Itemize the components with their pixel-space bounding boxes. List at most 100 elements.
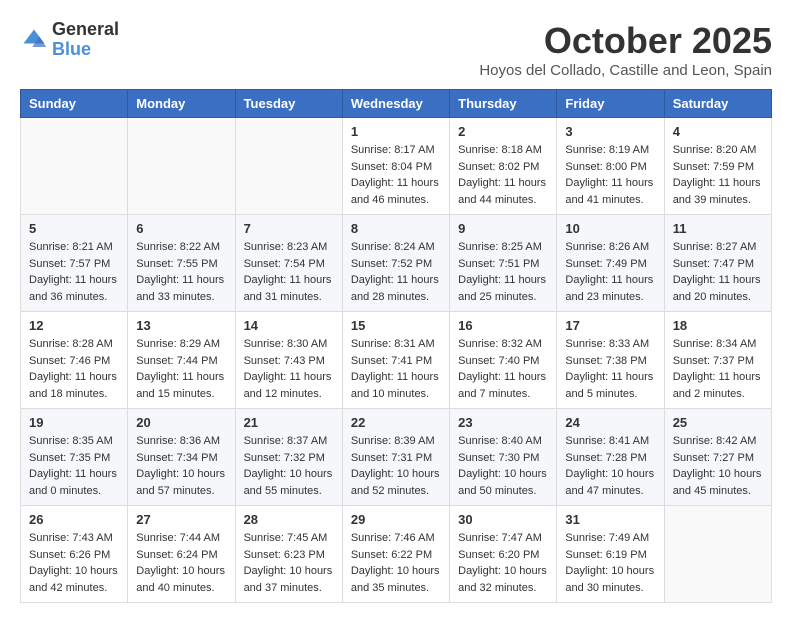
- sunrise-text: Sunrise: 7:47 AM: [458, 532, 542, 544]
- day-number: 16: [458, 318, 548, 333]
- day-info: Sunrise: 8:40 AM Sunset: 7:30 PM Dayligh…: [458, 433, 548, 499]
- sunset-text: Sunset: 7:54 PM: [244, 258, 325, 270]
- sunset-text: Sunset: 6:24 PM: [136, 549, 217, 561]
- daylight-text: Daylight: 11 hours and 39 minutes.: [673, 177, 761, 206]
- sunset-text: Sunset: 7:52 PM: [351, 258, 432, 270]
- day-info: Sunrise: 8:42 AM Sunset: 7:27 PM Dayligh…: [673, 433, 763, 499]
- daylight-text: Daylight: 11 hours and 0 minutes.: [29, 468, 117, 497]
- day-number: 3: [565, 124, 655, 139]
- sunrise-text: Sunrise: 7:45 AM: [244, 532, 328, 544]
- sunset-text: Sunset: 7:28 PM: [565, 452, 646, 464]
- daylight-text: Daylight: 11 hours and 31 minutes.: [244, 274, 332, 303]
- logo-blue-text: Blue: [52, 40, 119, 60]
- location-text: Hoyos del Collado, Castille and Leon, Sp…: [479, 62, 772, 79]
- day-of-week-header: Friday: [557, 90, 664, 118]
- daylight-text: Daylight: 11 hours and 44 minutes.: [458, 177, 546, 206]
- day-number: 28: [244, 512, 334, 527]
- calendar-cell: 25 Sunrise: 8:42 AM Sunset: 7:27 PM Dayl…: [664, 409, 771, 506]
- day-number: 11: [673, 221, 763, 236]
- sunrise-text: Sunrise: 8:25 AM: [458, 241, 542, 253]
- day-info: Sunrise: 8:32 AM Sunset: 7:40 PM Dayligh…: [458, 336, 548, 402]
- sunset-text: Sunset: 8:00 PM: [565, 161, 646, 173]
- calendar-cell: 23 Sunrise: 8:40 AM Sunset: 7:30 PM Dayl…: [450, 409, 557, 506]
- calendar-cell: 6 Sunrise: 8:22 AM Sunset: 7:55 PM Dayli…: [128, 215, 235, 312]
- day-number: 19: [29, 415, 119, 430]
- calendar-cell: 17 Sunrise: 8:33 AM Sunset: 7:38 PM Dayl…: [557, 312, 664, 409]
- calendar-table: SundayMondayTuesdayWednesdayThursdayFrid…: [20, 89, 772, 603]
- daylight-text: Daylight: 10 hours and 55 minutes.: [244, 468, 333, 497]
- day-number: 5: [29, 221, 119, 236]
- daylight-text: Daylight: 10 hours and 50 minutes.: [458, 468, 547, 497]
- daylight-text: Daylight: 10 hours and 45 minutes.: [673, 468, 762, 497]
- day-number: 7: [244, 221, 334, 236]
- daylight-text: Daylight: 10 hours and 32 minutes.: [458, 565, 547, 594]
- sunset-text: Sunset: 7:47 PM: [673, 258, 754, 270]
- day-number: 23: [458, 415, 548, 430]
- sunset-text: Sunset: 7:49 PM: [565, 258, 646, 270]
- sunset-text: Sunset: 6:19 PM: [565, 549, 646, 561]
- sunset-text: Sunset: 7:59 PM: [673, 161, 754, 173]
- calendar-cell: 7 Sunrise: 8:23 AM Sunset: 7:54 PM Dayli…: [235, 215, 342, 312]
- calendar-cell: 1 Sunrise: 8:17 AM Sunset: 8:04 PM Dayli…: [342, 118, 449, 215]
- daylight-text: Daylight: 10 hours and 57 minutes.: [136, 468, 225, 497]
- sunset-text: Sunset: 7:44 PM: [136, 355, 217, 367]
- daylight-text: Daylight: 10 hours and 47 minutes.: [565, 468, 654, 497]
- day-info: Sunrise: 8:34 AM Sunset: 7:37 PM Dayligh…: [673, 336, 763, 402]
- daylight-text: Daylight: 11 hours and 7 minutes.: [458, 371, 546, 400]
- day-number: 18: [673, 318, 763, 333]
- sunrise-text: Sunrise: 8:17 AM: [351, 144, 435, 156]
- sunset-text: Sunset: 8:04 PM: [351, 161, 432, 173]
- day-info: Sunrise: 7:46 AM Sunset: 6:22 PM Dayligh…: [351, 530, 441, 596]
- sunset-text: Sunset: 7:51 PM: [458, 258, 539, 270]
- daylight-text: Daylight: 10 hours and 30 minutes.: [565, 565, 654, 594]
- sunset-text: Sunset: 7:34 PM: [136, 452, 217, 464]
- day-info: Sunrise: 8:18 AM Sunset: 8:02 PM Dayligh…: [458, 142, 548, 208]
- day-number: 6: [136, 221, 226, 236]
- day-number: 14: [244, 318, 334, 333]
- calendar-cell: 2 Sunrise: 8:18 AM Sunset: 8:02 PM Dayli…: [450, 118, 557, 215]
- calendar-cell: 12 Sunrise: 8:28 AM Sunset: 7:46 PM Dayl…: [21, 312, 128, 409]
- logo-text: General Blue: [52, 20, 119, 60]
- sunset-text: Sunset: 6:20 PM: [458, 549, 539, 561]
- sunset-text: Sunset: 6:22 PM: [351, 549, 432, 561]
- daylight-text: Daylight: 11 hours and 18 minutes.: [29, 371, 117, 400]
- day-of-week-header: Wednesday: [342, 90, 449, 118]
- sunset-text: Sunset: 7:40 PM: [458, 355, 539, 367]
- day-of-week-header: Thursday: [450, 90, 557, 118]
- daylight-text: Daylight: 11 hours and 2 minutes.: [673, 371, 761, 400]
- day-info: Sunrise: 7:47 AM Sunset: 6:20 PM Dayligh…: [458, 530, 548, 596]
- calendar-cell: 29 Sunrise: 7:46 AM Sunset: 6:22 PM Dayl…: [342, 506, 449, 603]
- day-info: Sunrise: 8:33 AM Sunset: 7:38 PM Dayligh…: [565, 336, 655, 402]
- day-info: Sunrise: 8:22 AM Sunset: 7:55 PM Dayligh…: [136, 239, 226, 305]
- sunrise-text: Sunrise: 8:30 AM: [244, 338, 328, 350]
- sunset-text: Sunset: 7:32 PM: [244, 452, 325, 464]
- sunrise-text: Sunrise: 7:49 AM: [565, 532, 649, 544]
- day-number: 26: [29, 512, 119, 527]
- sunrise-text: Sunrise: 8:33 AM: [565, 338, 649, 350]
- sunset-text: Sunset: 7:43 PM: [244, 355, 325, 367]
- calendar-cell: 13 Sunrise: 8:29 AM Sunset: 7:44 PM Dayl…: [128, 312, 235, 409]
- sunrise-text: Sunrise: 7:46 AM: [351, 532, 435, 544]
- daylight-text: Daylight: 11 hours and 10 minutes.: [351, 371, 439, 400]
- calendar-cell: [128, 118, 235, 215]
- daylight-text: Daylight: 11 hours and 33 minutes.: [136, 274, 224, 303]
- calendar-cell: [664, 506, 771, 603]
- day-number: 21: [244, 415, 334, 430]
- day-info: Sunrise: 8:37 AM Sunset: 7:32 PM Dayligh…: [244, 433, 334, 499]
- calendar-cell: 10 Sunrise: 8:26 AM Sunset: 7:49 PM Dayl…: [557, 215, 664, 312]
- daylight-text: Daylight: 11 hours and 25 minutes.: [458, 274, 546, 303]
- day-info: Sunrise: 7:43 AM Sunset: 6:26 PM Dayligh…: [29, 530, 119, 596]
- day-info: Sunrise: 8:30 AM Sunset: 7:43 PM Dayligh…: [244, 336, 334, 402]
- sunrise-text: Sunrise: 8:20 AM: [673, 144, 757, 156]
- sunset-text: Sunset: 7:46 PM: [29, 355, 110, 367]
- sunrise-text: Sunrise: 8:39 AM: [351, 435, 435, 447]
- day-info: Sunrise: 8:31 AM Sunset: 7:41 PM Dayligh…: [351, 336, 441, 402]
- day-number: 12: [29, 318, 119, 333]
- day-number: 24: [565, 415, 655, 430]
- day-number: 2: [458, 124, 548, 139]
- daylight-text: Daylight: 11 hours and 23 minutes.: [565, 274, 653, 303]
- sunset-text: Sunset: 7:38 PM: [565, 355, 646, 367]
- daylight-text: Daylight: 11 hours and 28 minutes.: [351, 274, 439, 303]
- sunrise-text: Sunrise: 8:27 AM: [673, 241, 757, 253]
- day-number: 10: [565, 221, 655, 236]
